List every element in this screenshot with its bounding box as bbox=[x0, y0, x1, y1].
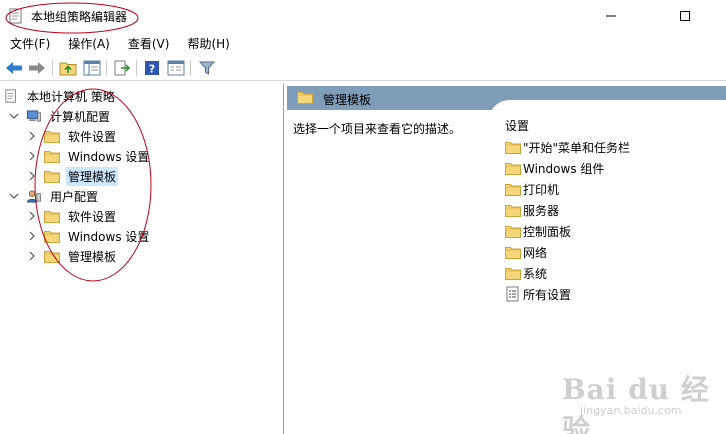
chevron-down-icon bbox=[8, 110, 20, 122]
tree-user-config[interactable]: 用户配置 bbox=[8, 186, 100, 206]
setting-network[interactable]: 网络 bbox=[505, 242, 547, 262]
description-text: 选择一个项目来查看它的描述。 bbox=[293, 122, 462, 136]
policy-document-icon bbox=[5, 89, 16, 103]
details-header-title: 管理模板 bbox=[323, 93, 372, 107]
computer-icon bbox=[27, 109, 41, 122]
folder-icon bbox=[505, 204, 521, 217]
filter-button[interactable] bbox=[197, 58, 217, 78]
chevron-right-icon bbox=[26, 250, 38, 262]
folder-icon bbox=[44, 170, 60, 183]
minimize-button[interactable] bbox=[588, 0, 634, 32]
menu-view[interactable]: 查看(V) bbox=[118, 32, 178, 54]
user-icon bbox=[27, 189, 41, 203]
setting-windows-components[interactable]: Windows 组件 bbox=[505, 158, 604, 178]
chevron-right-icon bbox=[26, 210, 38, 222]
properties-button[interactable] bbox=[166, 58, 186, 78]
chevron-down-icon bbox=[8, 190, 20, 202]
export-list-button[interactable] bbox=[112, 58, 132, 78]
folder-icon bbox=[44, 230, 60, 243]
folder-icon bbox=[297, 91, 313, 104]
tree-user-config-label: 用户配置 bbox=[50, 189, 99, 204]
tree-item-label: 软件设置 bbox=[68, 209, 117, 224]
toolbar: ? bbox=[0, 55, 726, 81]
setting-printers[interactable]: 打印机 bbox=[505, 179, 559, 199]
tree-item-label: 管理模板 bbox=[68, 249, 117, 264]
folder-icon bbox=[44, 210, 60, 223]
setting-control-panel[interactable]: 控制面板 bbox=[505, 221, 571, 241]
help-icon: ? bbox=[145, 61, 159, 76]
back-arrow-icon bbox=[6, 62, 22, 74]
export-list-icon bbox=[114, 60, 131, 76]
menu-file[interactable]: 文件(F) bbox=[0, 32, 58, 54]
tree-root-label: 本地计算机 策略 bbox=[27, 89, 115, 104]
tree-item-label: Windows 设置 bbox=[68, 149, 150, 164]
tree-computer-config-label: 计算机配置 bbox=[50, 109, 111, 124]
setting-all-settings[interactable]: 所有设置 bbox=[505, 284, 571, 304]
menu-bar: 文件(F) 操作(A) 查看(V) 帮助(H) bbox=[0, 32, 726, 54]
tree-user-admin-templates[interactable]: 管理模板 bbox=[26, 246, 118, 266]
setting-label: 服务器 bbox=[523, 203, 560, 218]
folder-icon bbox=[505, 246, 521, 259]
back-button[interactable] bbox=[4, 58, 24, 78]
folder-icon bbox=[44, 150, 60, 163]
folder-icon bbox=[505, 141, 521, 154]
folder-icon bbox=[505, 183, 521, 196]
maximize-icon bbox=[680, 11, 690, 21]
tree-user-windows[interactable]: Windows 设置 bbox=[26, 226, 151, 246]
chevron-right-icon bbox=[26, 130, 38, 142]
chevron-right-icon bbox=[26, 170, 38, 182]
close-button[interactable] bbox=[708, 0, 726, 32]
up-one-level-button[interactable] bbox=[58, 58, 78, 78]
svg-text:?: ? bbox=[149, 63, 155, 76]
tree-root[interactable]: 本地计算机 策略 bbox=[5, 86, 117, 106]
tree-item-label: 软件设置 bbox=[68, 129, 117, 144]
settings-column-header: 设置 bbox=[505, 119, 530, 133]
chevron-right-icon bbox=[26, 150, 38, 162]
folder-icon bbox=[44, 250, 60, 263]
window-title: 本地组策略编辑器 bbox=[31, 10, 128, 24]
setting-label: 系统 bbox=[523, 266, 548, 281]
policy-tree: 本地计算机 策略 计算机配置 软件设置 Windows 设置 管理模板 用户配置… bbox=[0, 84, 284, 434]
show-hide-tree-button[interactable] bbox=[82, 58, 102, 78]
tree-item-label: Windows 设置 bbox=[68, 229, 150, 244]
title-bar: 本地组策略编辑器 bbox=[0, 0, 726, 32]
help-button[interactable]: ? bbox=[142, 58, 162, 78]
maximize-button[interactable] bbox=[662, 0, 708, 32]
setting-label: "开始"菜单和任务栏 bbox=[523, 140, 631, 155]
forward-button[interactable] bbox=[27, 58, 47, 78]
folder-icon bbox=[505, 267, 521, 280]
watermark-url: jingyan.baidu.com bbox=[580, 404, 682, 417]
tree-computer-windows[interactable]: Windows 设置 bbox=[26, 146, 151, 166]
setting-label: 打印机 bbox=[523, 182, 560, 197]
folder-icon bbox=[505, 225, 521, 238]
show-hide-tree-icon bbox=[83, 60, 101, 76]
tree-computer-software[interactable]: 软件设置 bbox=[26, 126, 118, 146]
setting-label: Windows 组件 bbox=[523, 161, 605, 176]
tree-computer-config[interactable]: 计算机配置 bbox=[8, 106, 112, 126]
forward-arrow-icon bbox=[29, 62, 45, 74]
all-settings-icon bbox=[506, 286, 519, 302]
setting-start-menu[interactable]: "开始"菜单和任务栏 bbox=[505, 137, 630, 157]
setting-label: 网络 bbox=[523, 245, 548, 260]
folder-icon bbox=[44, 130, 60, 143]
tree-computer-admin-templates[interactable]: 管理模板 bbox=[26, 166, 119, 186]
setting-label: 控制面板 bbox=[523, 224, 572, 239]
folder-icon bbox=[505, 162, 521, 175]
menu-action[interactable]: 操作(A) bbox=[58, 32, 118, 54]
chevron-right-icon bbox=[26, 230, 38, 242]
up-folder-icon bbox=[59, 62, 77, 76]
tree-item-label: 管理模板 bbox=[66, 166, 119, 186]
filter-icon bbox=[199, 61, 215, 75]
setting-system[interactable]: 系统 bbox=[505, 263, 547, 283]
tree-user-software[interactable]: 软件设置 bbox=[26, 206, 118, 226]
setting-label: 所有设置 bbox=[523, 287, 572, 302]
policy-editor-icon bbox=[9, 8, 22, 24]
minimize-icon bbox=[606, 15, 616, 17]
setting-servers[interactable]: 服务器 bbox=[505, 200, 559, 220]
properties-icon bbox=[167, 60, 185, 76]
menu-help[interactable]: 帮助(H) bbox=[177, 32, 237, 54]
watermark-logo: Bai du 经验 bbox=[562, 373, 710, 434]
